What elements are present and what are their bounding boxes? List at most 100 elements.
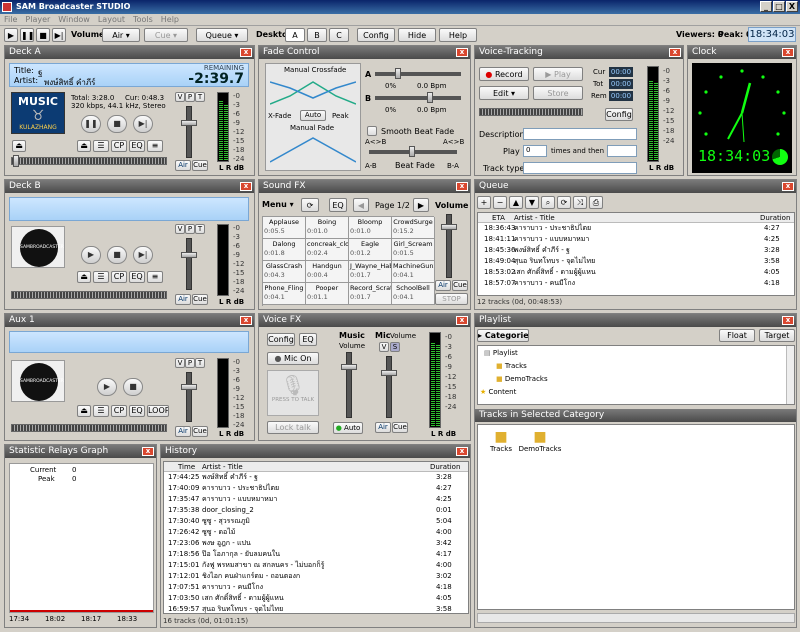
fade-b-handle[interactable] <box>427 92 433 103</box>
cp-button[interactable]: CP <box>111 405 127 417</box>
eject-icon[interactable]: ⏏ <box>12 140 26 152</box>
voice-fx-eq-button[interactable]: EQ <box>299 333 317 346</box>
close-icon[interactable]: x <box>782 48 794 57</box>
refresh-icon[interactable]: ⟳ <box>557 196 571 209</box>
sound-fx-cell[interactable]: CrowdSurge 0:15.2 <box>392 217 435 239</box>
tree-item-tracks[interactable]: ■ Tracks <box>496 361 794 372</box>
help-button[interactable]: Help <box>439 28 477 42</box>
next-button[interactable]: ▶| <box>133 115 153 133</box>
air-button[interactable]: Air <box>435 280 451 291</box>
menu-file[interactable]: File <box>0 14 21 26</box>
close-window-button[interactable]: X <box>786 1 798 12</box>
cue-button[interactable]: Cue <box>192 160 208 171</box>
close-icon[interactable]: x <box>240 182 252 191</box>
close-icon[interactable]: x <box>240 48 252 57</box>
pause-button[interactable]: ❚❚ <box>81 115 101 133</box>
config-button[interactable]: Config <box>357 28 395 42</box>
play-voice-button[interactable]: ▶ Play <box>533 67 583 81</box>
move-up-icon[interactable]: ▲ <box>509 196 523 209</box>
edit-button[interactable]: Edit ▾ <box>479 86 529 100</box>
deck-a-position-slider[interactable] <box>11 157 167 165</box>
history-row[interactable]: 16:59:57 สุนอ รินทโทบร - จุดไม่ไทย 3:58 <box>164 604 468 613</box>
sound-fx-cell[interactable]: Applause 0:05.5 <box>263 217 306 239</box>
smooth-fade-checkbox[interactable] <box>367 126 377 136</box>
play-icon[interactable]: ▶ <box>4 28 18 42</box>
list-icon[interactable]: ≡ <box>147 140 163 152</box>
auto-button[interactable]: Auto <box>300 110 326 121</box>
menu-tools[interactable]: Tools <box>129 14 157 26</box>
sound-fx-cell[interactable]: Eagle 0:01.2 <box>349 239 392 261</box>
stop-button[interactable]: STOP <box>435 293 468 305</box>
menu-help[interactable]: Help <box>157 14 183 26</box>
history-row[interactable]: 17:07:51 คาราบาว - คนมีโกง 4:18 <box>164 582 468 593</box>
deck-b-position-slider[interactable] <box>11 291 167 299</box>
sound-fx-cell[interactable]: J_Wayne_Habit0:01.7 <box>349 261 392 283</box>
history-row[interactable]: 17:15:01 กังฟู พรหมสาขา ณ สกลนคร - ไม่บอก… <box>164 560 468 571</box>
stop-icon[interactable]: ■ <box>36 28 50 42</box>
sound-fx-cell[interactable]: Handgun 0:00.4 <box>306 261 349 283</box>
store-button[interactable]: Store <box>533 86 583 100</box>
tree-item-content[interactable]: ★ Content <box>480 387 794 398</box>
category-item-demotracks[interactable]: ■ DemoTracks <box>518 429 562 453</box>
cue-button[interactable]: Cue <box>392 422 408 433</box>
fade-a-slider[interactable] <box>375 72 461 76</box>
cue-select[interactable]: Cue ▾ <box>144 28 188 42</box>
eq-button[interactable]: EQ <box>129 140 145 152</box>
close-icon[interactable]: x <box>456 316 468 325</box>
artist-title-column-header[interactable]: Artist - Title <box>202 462 243 472</box>
voice-position-slider[interactable] <box>479 108 583 116</box>
sound-fx-cell[interactable]: GlassCrash 0:04.3 <box>263 261 306 283</box>
sound-fx-cell[interactable]: Girl_Scream 0:01.5 <box>392 239 435 261</box>
air-button[interactable]: Air <box>175 426 191 437</box>
queue-row[interactable]: 18:53:02 เสก ศักดิ์สิทธิ์ - ดามผู้ผู้แหน 4… <box>478 267 794 278</box>
history-row[interactable]: 17:26:42 ซูซู - ดอไม้ 4:00 <box>164 527 468 538</box>
mic-volume-slider[interactable] <box>386 356 392 418</box>
history-row[interactable]: 17:12:01 ชิงไอก คนฝ่าแกร์ตม - ถอนตองก 3:02 <box>164 571 468 582</box>
tree-item-demotracks[interactable]: ■ DemoTracks <box>496 374 794 385</box>
t-toggle[interactable]: T <box>195 92 205 102</box>
history-row[interactable]: 17:40:09 คาราบาว - ประชาธิปไตย 4:27 <box>164 483 468 494</box>
tree-scrollbar[interactable] <box>786 346 794 404</box>
sound-fx-cell[interactable]: Dalong 0:01.8 <box>263 239 306 261</box>
deck-a-volume-slider[interactable] <box>186 106 192 158</box>
queue-row[interactable]: 18:49:04 สุนอ รินทโทบร - จุดไม่ไทย 3:58 <box>478 256 794 267</box>
menu-layout[interactable]: Layout <box>94 14 129 26</box>
playlist-icon[interactable]: ☰ <box>93 140 109 152</box>
eject-icon[interactable]: ⏏ <box>77 405 91 417</box>
v-toggle[interactable]: V <box>379 342 389 352</box>
sound-fx-menu[interactable]: Menu ▾ <box>262 200 294 209</box>
float-button[interactable]: Float <box>719 329 755 342</box>
menu-window[interactable]: Window <box>54 14 94 26</box>
print-icon[interactable]: ⎙ <box>589 196 603 209</box>
history-row[interactable]: 17:03:50 เสก ศักดิ์สิทธิ์ - ดามผู้ผู้แหน 4… <box>164 593 468 604</box>
tree-item-playlist[interactable]: ▤ Playlist <box>484 348 794 359</box>
play-button[interactable]: ▶ <box>81 246 101 264</box>
deck-b-volume-slider[interactable] <box>186 238 192 290</box>
queue-row[interactable]: 18:45:36 พงษ์สิทธิ์ คำภีร์ - ฐ 3:28 <box>478 245 794 256</box>
sound-fx-cell[interactable]: SchoolBell 0:04.1 <box>392 283 435 305</box>
pause-icon[interactable]: ❚❚ <box>20 28 34 42</box>
record-button[interactable]: ● Record <box>479 67 529 81</box>
time-column-header[interactable]: Time <box>178 462 195 472</box>
sound-fx-cell[interactable]: Phone_Fling 0:04.1 <box>263 283 306 305</box>
menu-player[interactable]: Player <box>21 14 54 26</box>
aux-position-slider[interactable] <box>11 424 167 432</box>
category-item-tracks[interactable]: ■ Tracks <box>486 429 516 453</box>
queue-row[interactable]: 18:57:07 คาราบาว - คนมีโกง 4:18 <box>478 278 794 289</box>
add-icon[interactable]: + <box>477 196 491 209</box>
eject-icon[interactable]: ⏏ <box>77 271 91 283</box>
stop-button[interactable]: ■ <box>123 378 143 396</box>
history-row[interactable]: 17:23:06 พงษ อูฎก - แปน 3:42 <box>164 538 468 549</box>
p-toggle[interactable]: P <box>185 224 195 234</box>
close-icon[interactable]: x <box>240 316 252 325</box>
prev-page-icon[interactable]: ◀ <box>353 198 369 212</box>
artist-title-column-header[interactable]: Artist - Title <box>514 213 555 223</box>
voice-config-button[interactable]: Config <box>605 108 633 121</box>
eject-icon[interactable]: ⏏ <box>77 140 91 152</box>
desktop-a-button[interactable]: A <box>285 28 305 42</box>
mic-on-button[interactable]: ● Mic On <box>267 352 319 365</box>
sound-fx-eq-button[interactable]: EQ <box>329 198 347 212</box>
cp-button[interactable]: CP <box>111 140 127 152</box>
p-toggle[interactable]: P <box>185 358 195 368</box>
track-type-select[interactable] <box>523 162 637 174</box>
